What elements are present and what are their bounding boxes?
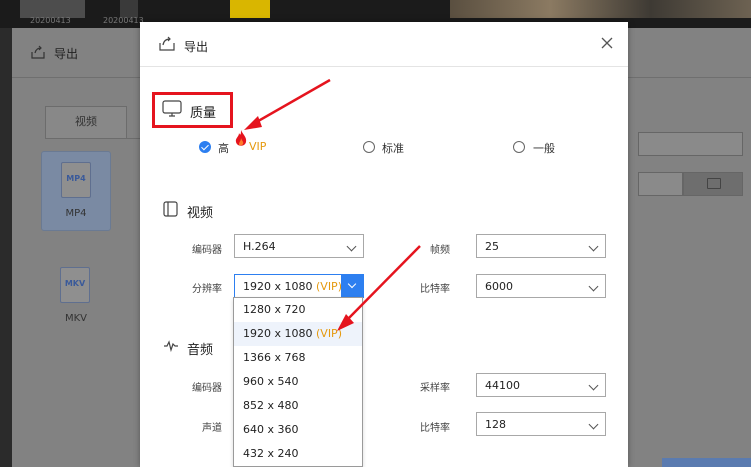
annotation-arrowhead <box>244 116 262 130</box>
annotation-arrow <box>344 245 421 323</box>
annotation-arrows <box>244 78 421 331</box>
annotation-arrow <box>252 78 331 126</box>
